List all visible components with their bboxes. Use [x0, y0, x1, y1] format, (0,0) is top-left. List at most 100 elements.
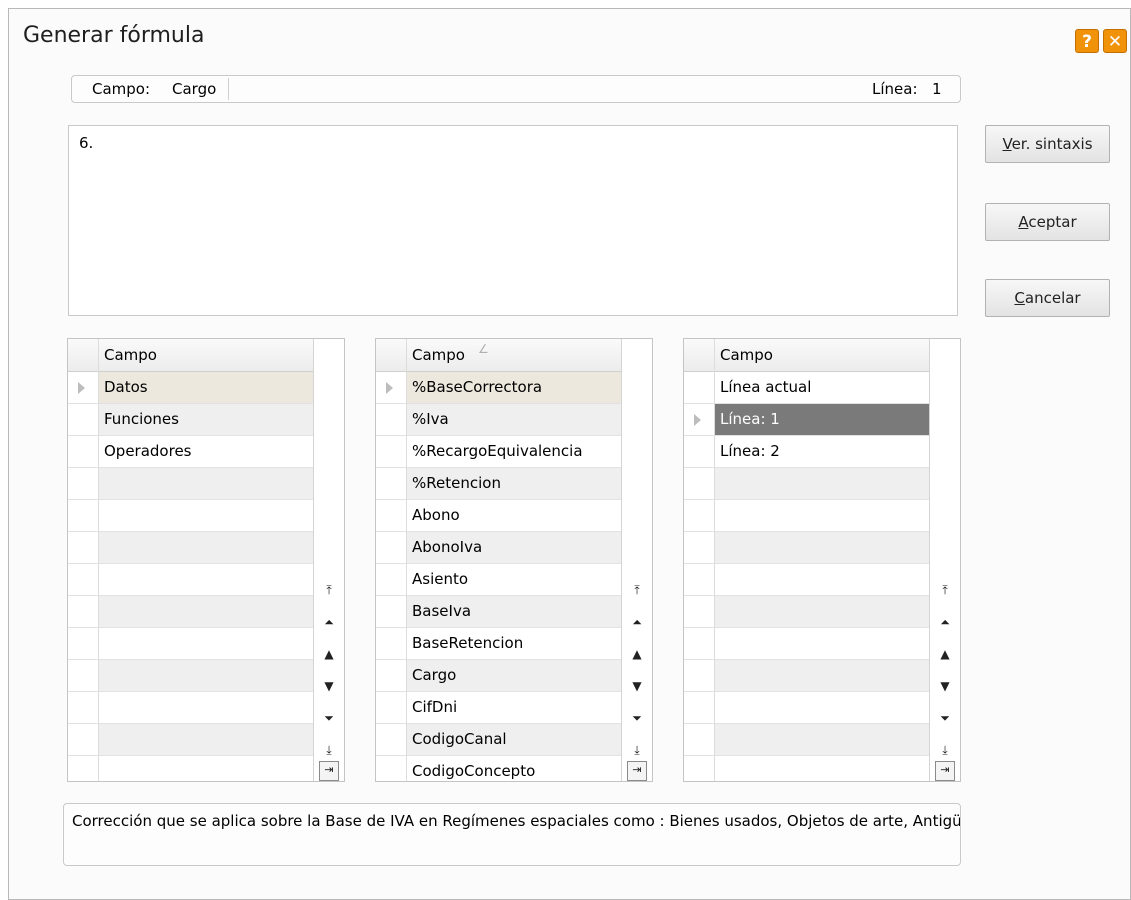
list-item[interactable] [684, 596, 929, 628]
cancelar-button[interactable]: Cancelar [985, 279, 1110, 317]
list-item-cell: Línea actual [715, 372, 929, 403]
list-item[interactable]: BaseIva [376, 596, 621, 628]
row-indicator [684, 500, 714, 531]
list-item[interactable]: BaseRetencion [376, 628, 621, 660]
scroll-down-icon[interactable]: ▼ [317, 671, 341, 701]
list-item[interactable] [684, 564, 929, 596]
row-indicator-icon [78, 382, 85, 394]
list-item-cell: BaseRetencion [407, 628, 621, 659]
row-indicator-icon [386, 382, 393, 394]
list-item-cell: Operadores [99, 436, 313, 467]
scroll-goto-icon[interactable]: ⇥ [319, 761, 339, 781]
list-item-cell: Línea: 2 [715, 436, 929, 467]
list-item[interactable] [68, 500, 313, 532]
list-item[interactable] [68, 660, 313, 692]
scroll-down-icon[interactable]: ▼ [625, 671, 649, 701]
list-item[interactable]: Línea actual [684, 372, 929, 404]
list-item[interactable] [684, 628, 929, 660]
grid-scrollbar[interactable]: ⤒ ⏶ ▲ ▼ ⏷ ⤓ ⇥ [621, 339, 652, 781]
list-item[interactable]: %BaseCorrectora [376, 372, 621, 404]
list-item-cell: %RecargoEquivalencia [407, 436, 621, 467]
list-item[interactable]: AbonoIva [376, 532, 621, 564]
scroll-page-up-icon[interactable]: ⏶ [317, 607, 341, 637]
grid-header[interactable]: Campo [684, 339, 929, 372]
row-indicator [376, 500, 406, 531]
row-indicator [684, 372, 714, 403]
grid-scrollbar[interactable]: ⤒ ⏶ ▲ ▼ ⏷ ⤓ ⇥ [929, 339, 960, 781]
scroll-first-icon[interactable]: ⤒ [317, 575, 341, 605]
list-item-label: BaseRetencion [412, 634, 524, 652]
row-indicator [376, 756, 406, 781]
list-item[interactable] [684, 500, 929, 532]
window-title: Generar fórmula [23, 23, 205, 48]
list-item[interactable]: %Iva [376, 404, 621, 436]
list-item-cell [715, 468, 929, 499]
list-item[interactable]: %RecargoEquivalencia [376, 436, 621, 468]
list-item[interactable]: Cargo [376, 660, 621, 692]
list-item[interactable] [68, 724, 313, 756]
list-item[interactable]: Línea: 1 [684, 404, 929, 436]
list-item-cell [715, 564, 929, 595]
scroll-up-icon[interactable]: ▲ [317, 639, 341, 669]
list-item[interactable]: CifDni [376, 692, 621, 724]
list-item[interactable] [68, 596, 313, 628]
lines-grid[interactable]: Campo Línea actual Línea: 1 Línea: 2 ⤒ ⏶… [683, 338, 961, 782]
list-item[interactable] [684, 692, 929, 724]
scroll-first-icon[interactable]: ⤒ [933, 575, 957, 605]
scroll-goto-icon[interactable]: ⇥ [627, 761, 647, 781]
scroll-up-icon[interactable]: ▲ [625, 639, 649, 669]
list-item[interactable] [68, 692, 313, 724]
list-item[interactable] [684, 660, 929, 692]
row-indicator [68, 404, 98, 435]
list-item[interactable] [68, 756, 313, 781]
list-item[interactable] [68, 628, 313, 660]
aceptar-button[interactable]: Aceptar [985, 203, 1110, 241]
scroll-page-down-icon[interactable]: ⏷ [933, 703, 957, 733]
grid-header[interactable]: Campo [68, 339, 313, 372]
list-item-label: AbonoIva [412, 538, 483, 556]
scroll-up-icon[interactable]: ▲ [933, 639, 957, 669]
list-item[interactable]: %Retencion [376, 468, 621, 500]
categories-grid[interactable]: Campo Datos Funciones Operadores ⤒ ⏶ ▲ ▼… [67, 338, 345, 782]
scroll-first-icon[interactable]: ⤒ [625, 575, 649, 605]
grid-header[interactable]: Campo ∠ [376, 339, 621, 372]
scroll-goto-icon[interactable]: ⇥ [935, 761, 955, 781]
list-item[interactable]: Abono [376, 500, 621, 532]
list-item-label: %Iva [412, 410, 449, 428]
scroll-page-up-icon[interactable]: ⏶ [625, 607, 649, 637]
list-item-cell [715, 532, 929, 563]
row-indicator [68, 692, 98, 723]
row-indicator [68, 564, 98, 595]
ver-sintaxis-button[interactable]: Ver. sintaxis [985, 125, 1110, 163]
scroll-page-down-icon[interactable]: ⏷ [317, 703, 341, 733]
linea-label: Línea: [872, 80, 918, 98]
list-item[interactable]: CodigoConcepto [376, 756, 621, 781]
help-icon[interactable]: ? [1075, 29, 1099, 53]
list-item-cell [715, 596, 929, 627]
list-item[interactable]: Asiento [376, 564, 621, 596]
description-box: Corrección que se aplica sobre la Base d… [63, 803, 961, 866]
list-item[interactable] [68, 564, 313, 596]
list-item[interactable]: Operadores [68, 436, 313, 468]
grid-scrollbar[interactable]: ⤒ ⏶ ▲ ▼ ⏷ ⤓ ⇥ [313, 339, 344, 781]
list-item[interactable]: Línea: 2 [684, 436, 929, 468]
list-item[interactable] [684, 532, 929, 564]
list-item[interactable] [684, 468, 929, 500]
row-indicator [68, 532, 98, 563]
list-item[interactable]: Datos [68, 372, 313, 404]
scroll-page-up-icon[interactable]: ⏶ [933, 607, 957, 637]
list-item[interactable]: Funciones [68, 404, 313, 436]
list-item-label: %Retencion [412, 474, 501, 492]
formula-editor[interactable]: 6. [68, 125, 958, 316]
scroll-down-icon[interactable]: ▼ [933, 671, 957, 701]
list-item[interactable] [684, 724, 929, 756]
list-item[interactable] [68, 468, 313, 500]
row-indicator [684, 596, 714, 627]
row-indicator [376, 596, 406, 627]
scroll-page-down-icon[interactable]: ⏷ [625, 703, 649, 733]
list-item[interactable] [684, 756, 929, 781]
fields-grid[interactable]: Campo ∠ %BaseCorrectora %Iva %RecargoEqu… [375, 338, 653, 782]
list-item[interactable] [68, 532, 313, 564]
close-icon[interactable]: ✕ [1103, 29, 1127, 53]
list-item[interactable]: CodigoCanal [376, 724, 621, 756]
